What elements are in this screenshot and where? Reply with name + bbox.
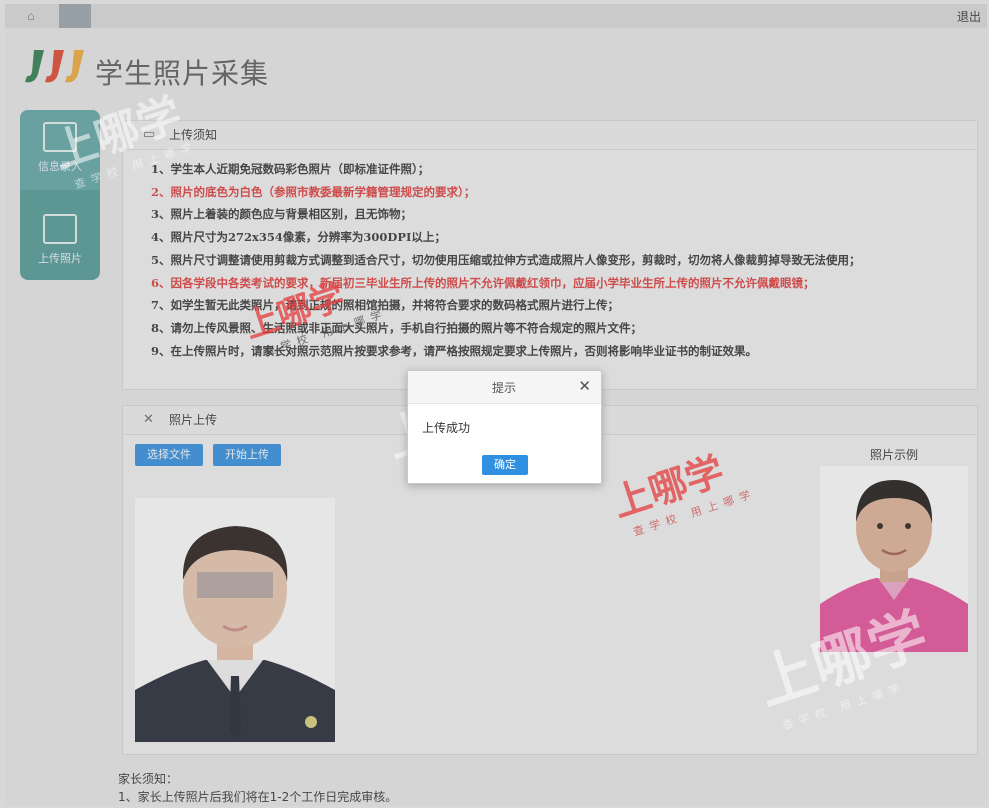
- sidebar-item-info[interactable]: 信息录入: [20, 110, 100, 190]
- sidebar-item-upload[interactable]: 上传照片: [20, 202, 100, 282]
- notice-item: 3、照片上着装的颜色应与背景相区别，且无饰物；: [151, 207, 412, 222]
- notice-panel: ▭ 上传须知 1、学生本人近期免冠数码彩色照片（即标准证件照）； 2、照片的底色…: [122, 120, 978, 390]
- notice-item: 8、请勿上传风景照、生活照或非正面大头照片，手机自行拍摄的照片等不符合规定的照片…: [151, 320, 642, 335]
- logo-icon: [25, 50, 84, 83]
- sidebar-item-label: 信息录入: [38, 160, 82, 173]
- dialog-message: 上传成功: [422, 421, 471, 435]
- parent-note-line: 1、家长上传照片后我们将在1-2个工作日完成审核。: [118, 790, 398, 804]
- notice-title: 上传须知: [169, 128, 218, 142]
- choose-file-button[interactable]: 选择文件: [135, 444, 203, 466]
- top-bar: ⌂ 退出: [5, 4, 987, 28]
- upload-title: 照片上传: [169, 413, 218, 427]
- notice-item: 9、在上传照片时，请家长对照示范照片按要求参考，请严格按照规定要求上传照片，否则…: [151, 343, 757, 358]
- start-upload-button[interactable]: 开始上传: [213, 444, 281, 466]
- sidebar: 信息录入 上传照片: [20, 110, 100, 280]
- parent-note: 家长须知： 1、家长上传照片后我们将在1-2个工作日完成审核。: [118, 770, 397, 806]
- sidebar-item-label: 上传照片: [38, 252, 82, 265]
- parent-note-title: 家长须知：: [118, 772, 179, 786]
- notice-item: 7、如学生暂无此类照片，请到正规的照相馆拍摄，并将符合要求的数码格式照片进行上传…: [151, 298, 619, 313]
- close-icon[interactable]: ✕: [578, 377, 591, 395]
- notice-item: 2、照片的底色为白色（参照市教委最新学籍管理规定的要求）；: [151, 184, 476, 199]
- home-icon[interactable]: ⌂: [27, 9, 41, 23]
- alert-dialog: 提示 ✕ 上传成功 确定: [407, 370, 602, 484]
- top-tab[interactable]: [59, 4, 91, 28]
- ok-button[interactable]: 确定: [482, 455, 528, 475]
- dialog-title: 提示: [492, 381, 517, 395]
- dialog-header: 提示 ✕: [408, 371, 601, 404]
- student-portrait: [135, 498, 335, 742]
- exit-link[interactable]: 退出: [957, 8, 981, 25]
- example-photo: [820, 466, 968, 652]
- example-label: 照片示例: [870, 448, 919, 462]
- notice-item: 6、因各学段中各类考试的要求，新届初三毕业生所上传的照片不允许佩戴红领巾，应届小…: [151, 275, 815, 290]
- notice-panel-header: ▭ 上传须知: [123, 121, 977, 150]
- example-portrait: [820, 466, 968, 652]
- app-title: 学生照片采集: [95, 57, 270, 90]
- notice-item: 1、学生本人近期免冠数码彩色照片（即标准证件照）；: [151, 162, 430, 176]
- form-icon: [43, 122, 77, 152]
- notice-item: 5、照片尺寸调整请使用剪裁方式调整到适合尺寸，切勿使用压缩或拉伸方式造成照片人像…: [151, 252, 861, 267]
- close-icon: ✕: [143, 412, 154, 427]
- document-icon: ▭: [143, 127, 156, 142]
- notice-item: 4、照片尺寸为272x354像素，分辨率为300DPI以上；: [151, 230, 446, 245]
- uploaded-photo: [135, 498, 335, 742]
- notice-list: 1、学生本人近期免冠数码彩色照片（即标准证件照）； 2、照片的底色为白色（参照市…: [151, 158, 977, 362]
- image-icon: [43, 214, 77, 244]
